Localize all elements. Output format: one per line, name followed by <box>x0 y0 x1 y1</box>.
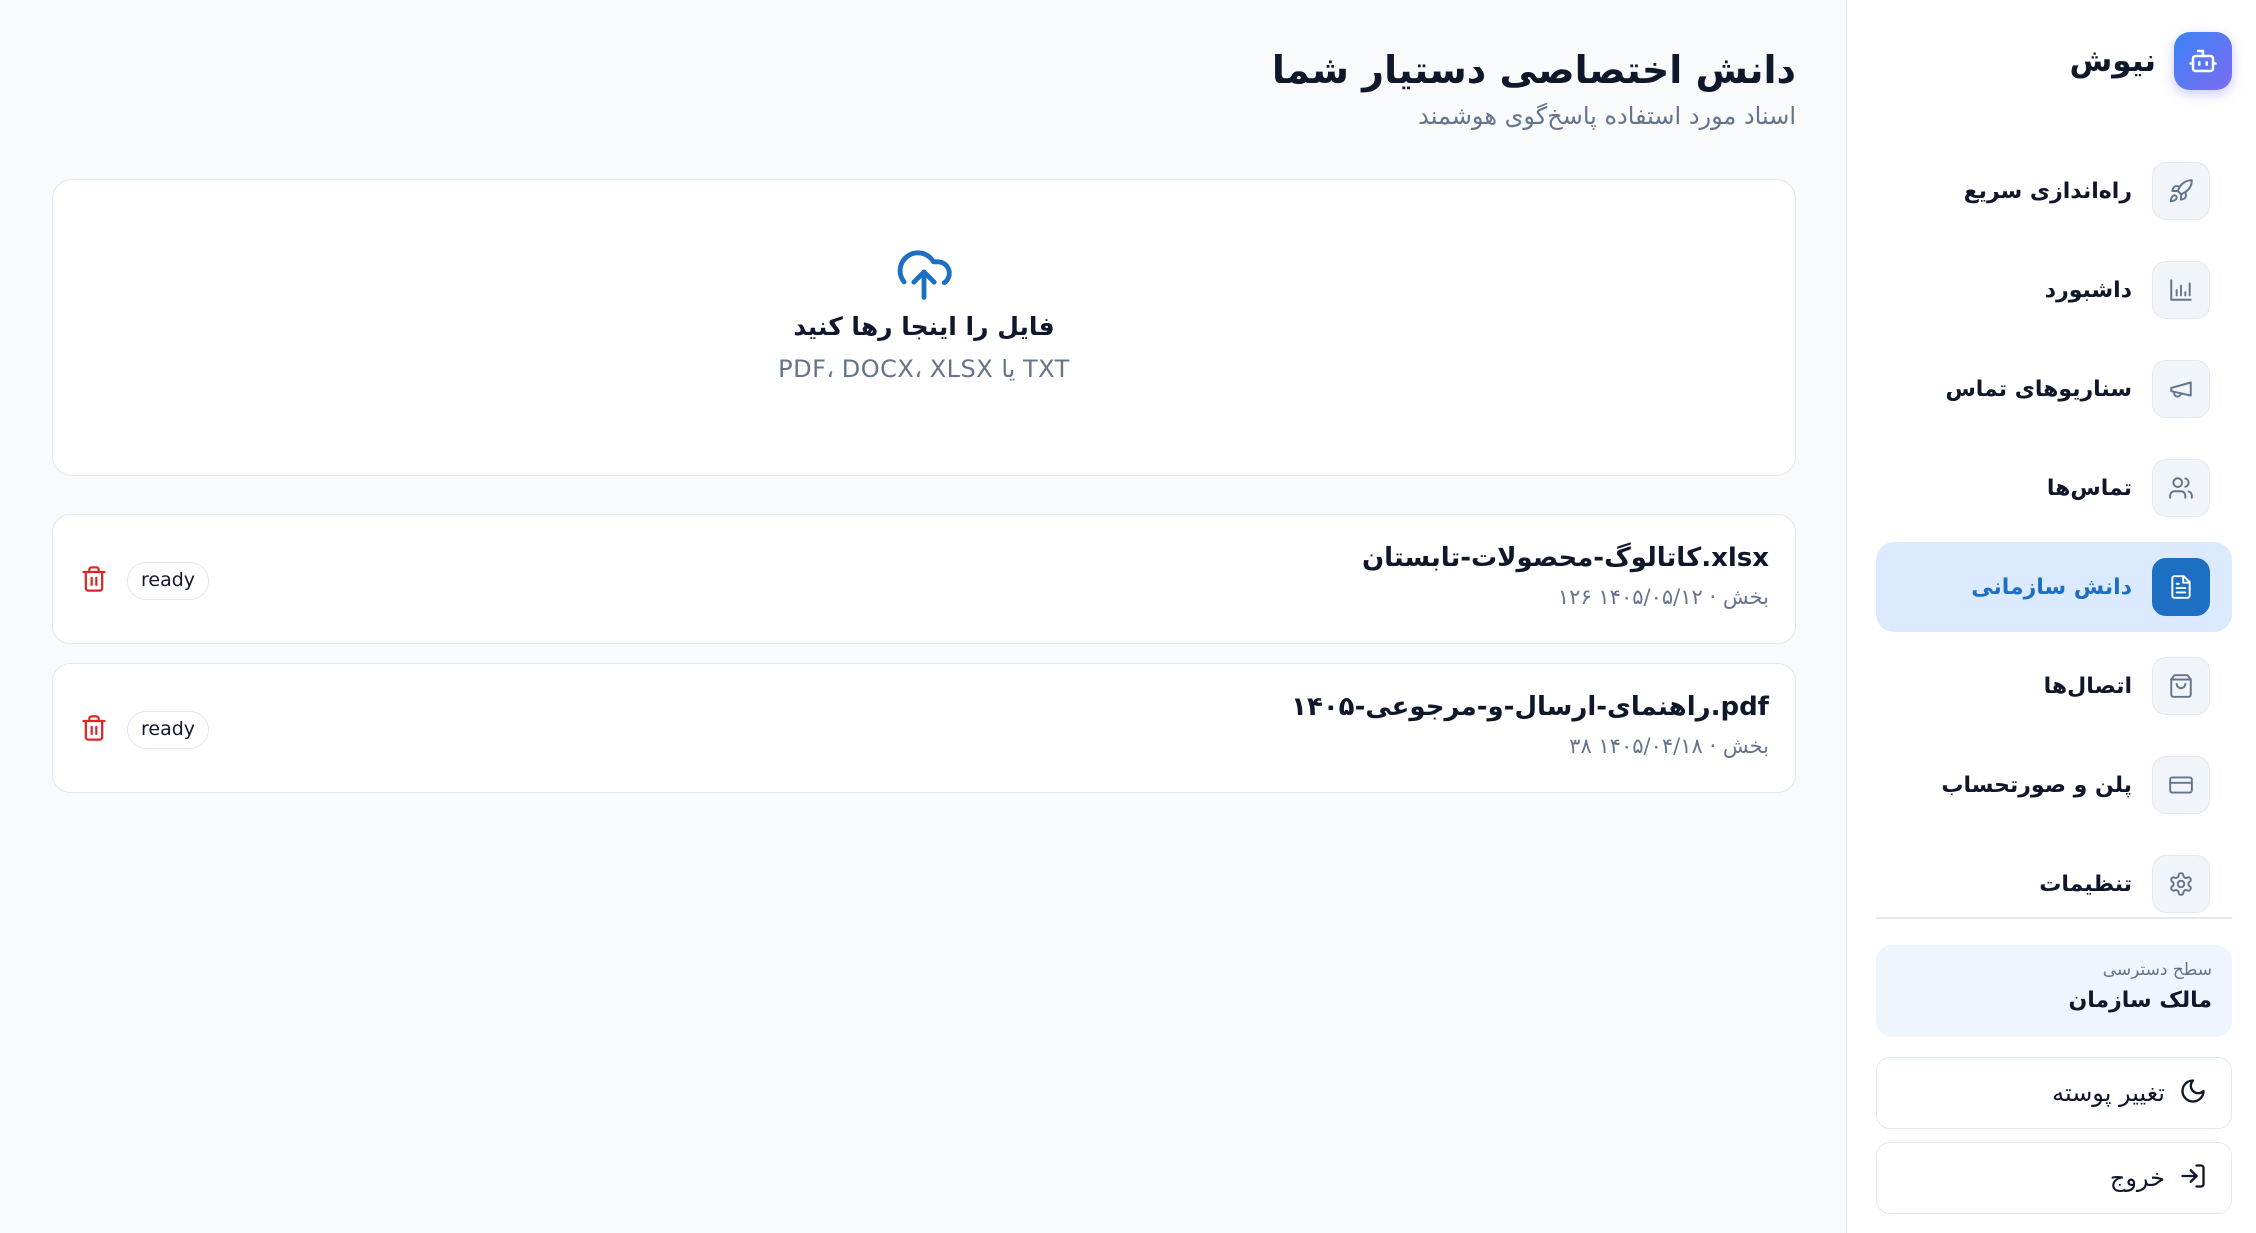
theme-toggle-button[interactable]: تغییر پوسته <box>1876 1057 2232 1129</box>
logout-button[interactable]: خروج <box>1876 1142 2232 1214</box>
sidebar-item-label: اتصال‌ها <box>2043 673 2132 699</box>
access-level-card: سطح دسترسی مالک سازمان <box>1876 945 2232 1037</box>
document-name: راهنمای-ارسال-و-مرجوعی-۱۴۰۵.pdf <box>1291 692 1769 722</box>
document-meta: ۳۸ بخش · ۱۴۰۵/۰۴/۱۸ <box>1569 734 1769 758</box>
brand[interactable]: نیوش <box>2069 32 2232 90</box>
page-title: دانش اختصاصی دستیار شما <box>1271 48 1796 92</box>
moon-icon <box>2179 1077 2207 1109</box>
dropzone-hint: PDF، DOCX، XLSX یا TXT <box>778 355 1070 383</box>
sidebar-item-knowledge[interactable]: دانش سازمانی <box>1876 542 2232 632</box>
sidebar-divider <box>1876 917 2232 919</box>
sidebar-item-settings[interactable]: تنظیمات <box>1876 839 2232 929</box>
credit-card-icon <box>2152 756 2210 814</box>
sidebar-item-billing[interactable]: پلن و صورتحساب <box>1876 740 2232 830</box>
sidebar-item-integrations[interactable]: اتصال‌ها <box>1876 641 2232 731</box>
sidebar-item-label: پلن و صورتحساب <box>1941 772 2132 798</box>
bar-chart-icon <box>2152 261 2210 319</box>
sidebar-item-call-scenarios[interactable]: سناریوهای تماس <box>1876 344 2232 434</box>
sidebar: نیوش راه‌اندازی سریع داشبورد <box>1846 0 2256 1233</box>
document-icon <box>2152 558 2210 616</box>
rocket-icon <box>2152 162 2210 220</box>
sidebar-item-dashboard[interactable]: داشبورد <box>1876 245 2232 335</box>
sidebar-item-label: تماس‌ها <box>2046 475 2132 501</box>
robot-icon <box>2174 32 2232 90</box>
logout-label: خروج <box>2109 1164 2165 1192</box>
theme-toggle-label: تغییر پوسته <box>2052 1079 2165 1107</box>
page-subtitle: اسناد مورد استفاده پاسخ‌گوی هوشمند <box>1418 102 1796 130</box>
gear-icon <box>2152 855 2210 913</box>
sidebar-nav: راه‌اندازی سریع داشبورد سناریوهای تماس <box>1876 146 2232 938</box>
status-badge: ready <box>127 711 210 749</box>
list-item: راهنمای-ارسال-و-مرجوعی-۱۴۰۵.pdf ۳۸ بخش ·… <box>52 663 1796 793</box>
sidebar-item-label: داشبورد <box>2044 277 2132 303</box>
file-dropzone[interactable]: فایل را اینجا رها کنید PDF، DOCX، XLSX ی… <box>52 179 1796 476</box>
sidebar-item-label: دانش سازمانی <box>1971 574 2132 600</box>
status-badge: ready <box>127 562 210 600</box>
users-icon <box>2152 459 2210 517</box>
shopping-bag-icon <box>2152 657 2210 715</box>
logout-icon <box>2179 1162 2207 1194</box>
access-level-value: مالک سازمان <box>2068 988 2212 1013</box>
document-name: کاتالوگ-محصولات-تابستان.xlsx <box>1361 543 1769 573</box>
dropzone-title: فایل را اینجا رها کنید <box>793 312 1055 341</box>
sidebar-item-label: سناریوهای تماس <box>1945 376 2132 402</box>
sidebar-item-calls[interactable]: تماس‌ها <box>1876 443 2232 533</box>
list-item: کاتالوگ-محصولات-تابستان.xlsx ۱۲۶ بخش · ۱… <box>52 514 1796 644</box>
cloud-upload-icon <box>892 244 956 300</box>
megaphone-icon <box>2152 360 2210 418</box>
trash-icon[interactable] <box>77 562 111 596</box>
document-list: کاتالوگ-محصولات-تابستان.xlsx ۱۲۶ بخش · ۱… <box>52 514 1796 812</box>
access-level-caption: سطح دسترسی <box>2102 960 2212 980</box>
brand-name: نیوش <box>2069 43 2156 79</box>
document-meta: ۱۲۶ بخش · ۱۴۰۵/۰۵/۱۲ <box>1557 585 1769 609</box>
sidebar-item-quick-start[interactable]: راه‌اندازی سریع <box>1876 146 2232 236</box>
sidebar-item-label: تنظیمات <box>2039 871 2132 897</box>
sidebar-item-label: راه‌اندازی سریع <box>1963 178 2132 204</box>
trash-icon[interactable] <box>77 711 111 745</box>
